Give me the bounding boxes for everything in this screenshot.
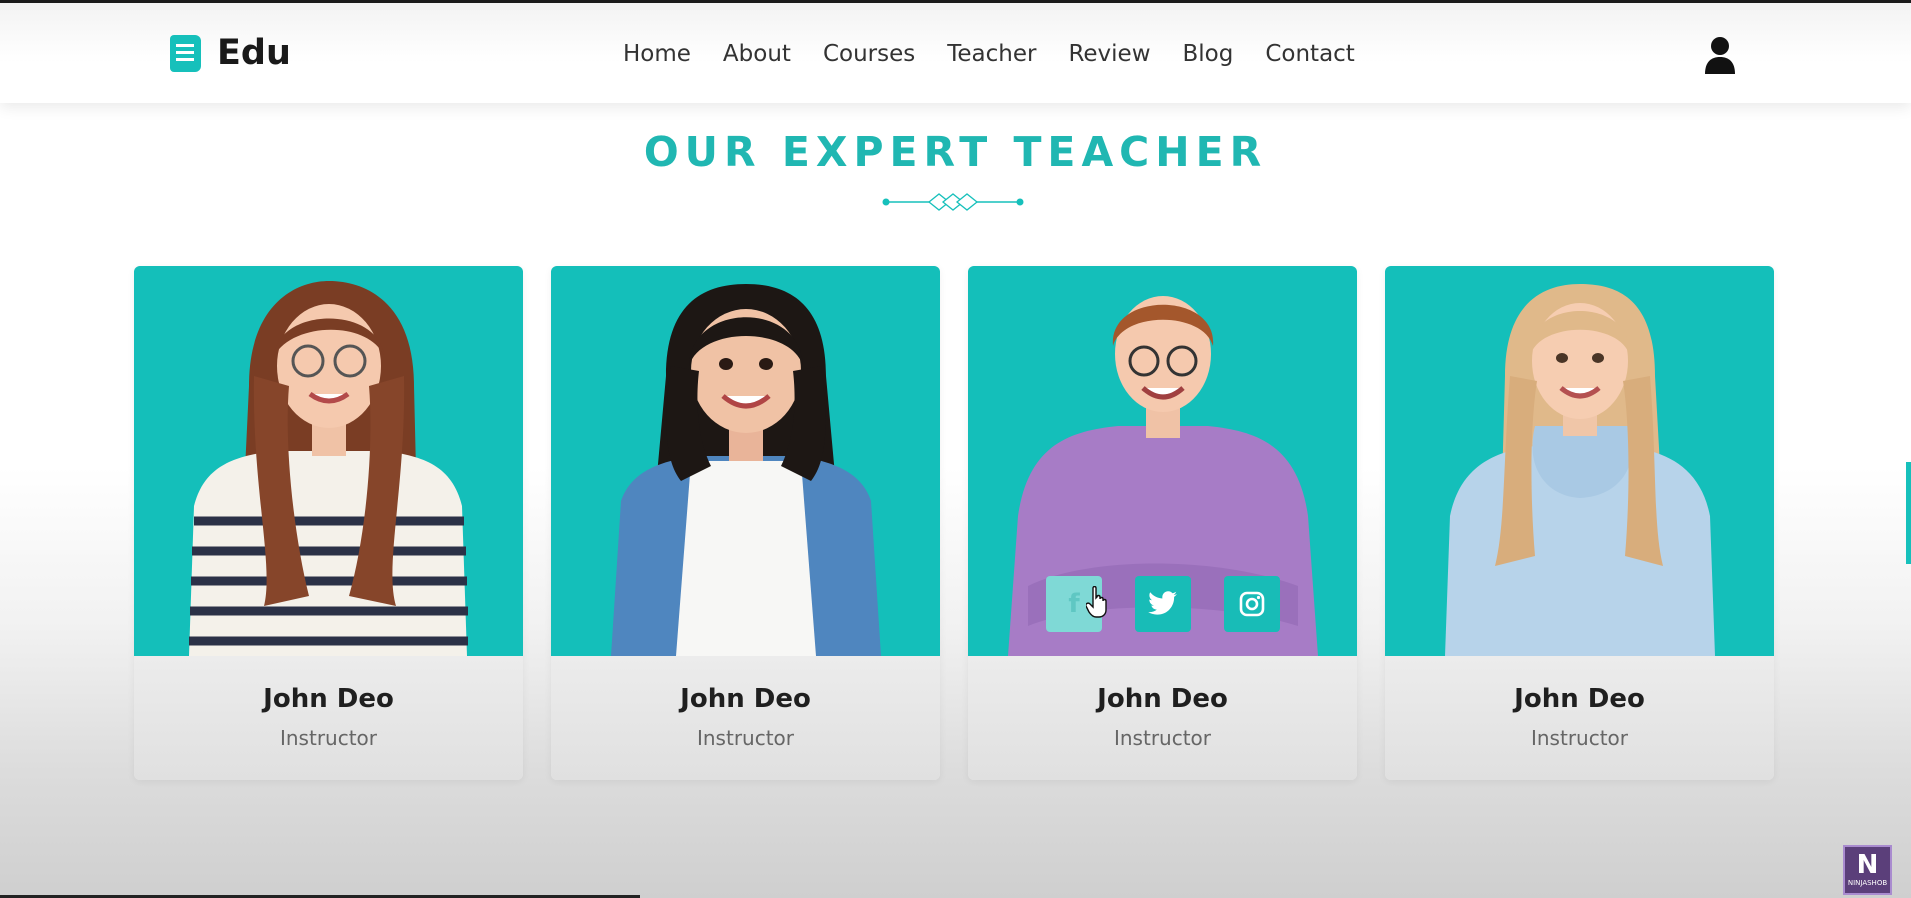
nav-teacher[interactable]: Teacher [947, 41, 1036, 67]
user-icon[interactable] [1703, 36, 1737, 74]
teacher-role: Instructor [1530, 726, 1629, 750]
teacher-role: Instructor [279, 726, 378, 750]
teacher-photo [551, 266, 940, 656]
nav-about[interactable]: About [723, 41, 791, 67]
scrollbar-thumb[interactable] [1906, 462, 1911, 564]
teacher-info: John Deo Instructor [968, 656, 1357, 780]
teacher-card[interactable]: f John Deo Instructor [968, 266, 1357, 780]
teacher-portrait [189, 281, 468, 656]
main-nav: Home About Courses Teacher Review Blog C… [623, 41, 1387, 67]
nav-home[interactable]: Home [623, 41, 691, 67]
teacher-photo [134, 266, 523, 656]
site-logo[interactable]: Edu [170, 33, 291, 73]
teacher-card[interactable]: John Deo Instructor [551, 266, 940, 780]
teacher-role: Instructor [696, 726, 795, 750]
teacher-info: John Deo Instructor [1385, 656, 1774, 780]
channel-watermark: N NINJASHOB [1843, 845, 1892, 895]
teacher-photo: f [968, 266, 1357, 656]
watermark-label: NINJASHOB [1847, 879, 1888, 887]
nav-review[interactable]: Review [1068, 41, 1150, 67]
instagram-icon[interactable] [1224, 576, 1280, 632]
teacher-name: John Deo [1514, 684, 1645, 714]
brand-name: Edu [217, 33, 291, 73]
teacher-name: John Deo [1097, 684, 1228, 714]
teacher-role: Instructor [1113, 726, 1212, 750]
teacher-portrait [1445, 284, 1715, 656]
teacher-card[interactable]: John Deo Instructor [1385, 266, 1774, 780]
teacher-info: John Deo Instructor [551, 656, 940, 780]
teacher-photo [1385, 266, 1774, 656]
hand-cursor-icon [1086, 586, 1107, 618]
teacher-info: John Deo Instructor [134, 656, 523, 780]
site-header: Edu Home About Courses Teacher Review Bl… [0, 3, 1911, 103]
teacher-name: John Deo [680, 684, 811, 714]
section-title: OUR EXPERT TEACHER [643, 128, 1268, 176]
nav-courses[interactable]: Courses [823, 41, 915, 67]
teacher-name: John Deo [263, 684, 394, 714]
twitter-icon[interactable] [1135, 576, 1191, 632]
book-icon [170, 34, 201, 72]
title-divider [882, 193, 1024, 211]
nav-blog[interactable]: Blog [1183, 41, 1234, 67]
teacher-card[interactable]: John Deo Instructor [134, 266, 523, 780]
teacher-portrait [611, 284, 881, 656]
nav-contact[interactable]: Contact [1265, 41, 1354, 67]
